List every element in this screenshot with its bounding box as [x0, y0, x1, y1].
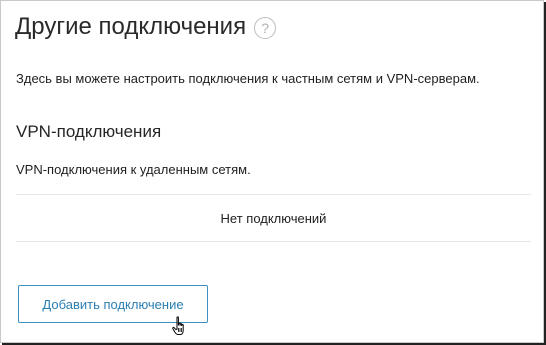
page-description: Здесь вы можете настроить подключения к …: [16, 71, 480, 86]
question-circle-icon[interactable]: ?: [254, 17, 277, 39]
page-header: Другие подключения ?: [15, 9, 277, 45]
vpn-section-title: VPN-подключения: [16, 122, 162, 141]
vpn-connections-table: Нет подключений: [16, 194, 531, 242]
other-connections-panel: Другие подключения ? Здесь вы можете нас…: [0, 0, 544, 343]
page-title: Другие подключения: [15, 13, 247, 40]
vpn-section-description: VPN-подключения к удаленным сетям.: [16, 162, 251, 177]
hand-pointer-cursor-icon: [172, 316, 184, 335]
empty-state-message: Нет подключений: [220, 210, 327, 226]
